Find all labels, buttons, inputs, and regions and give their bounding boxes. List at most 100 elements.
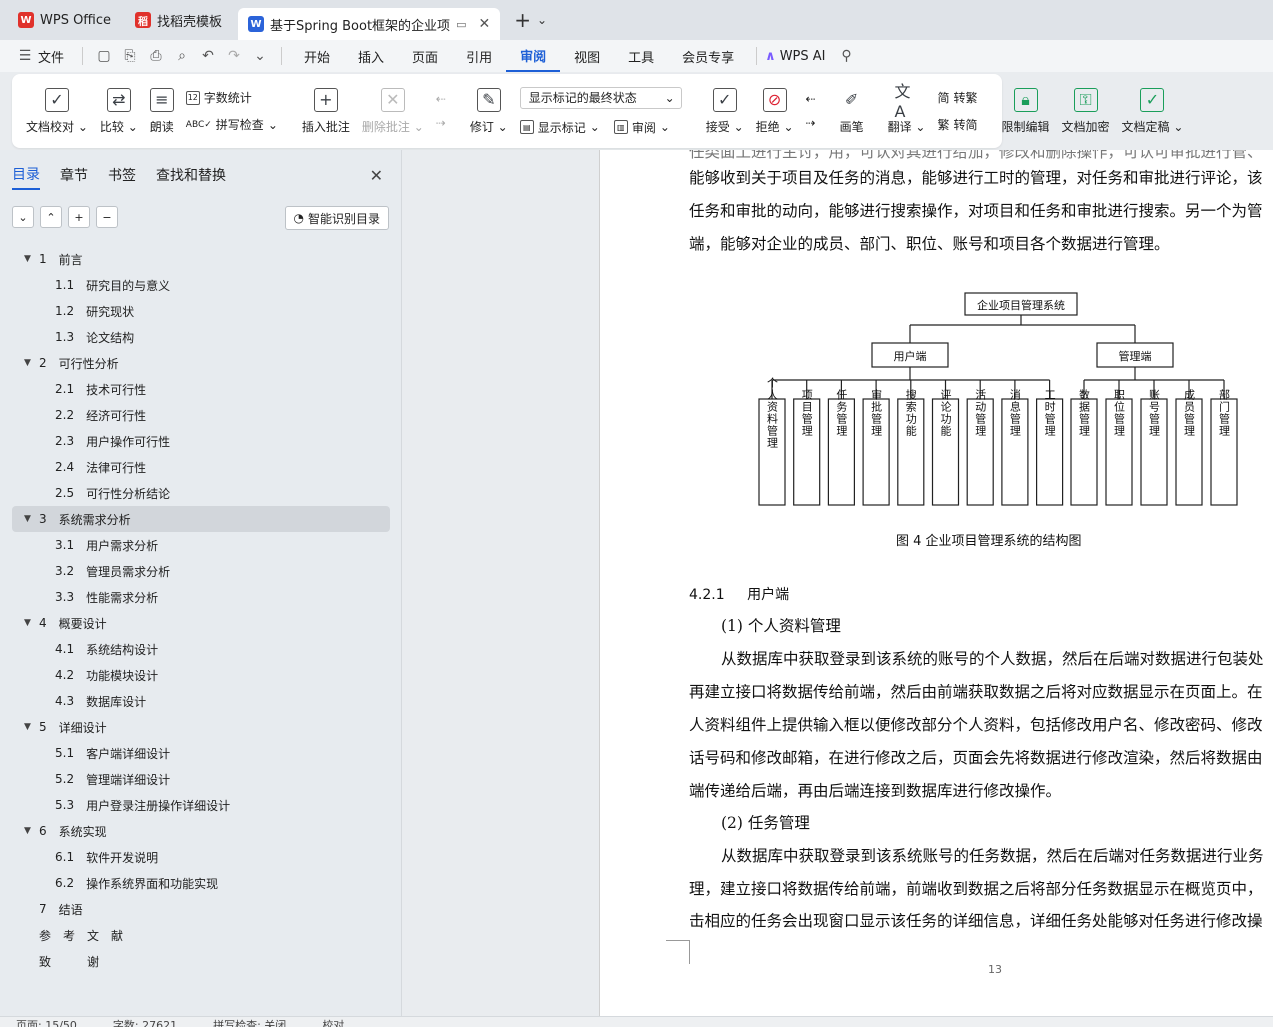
toc-item[interactable]: ▼ 1 前言 [12, 246, 390, 272]
to-simplified-button[interactable]: 繁 转简 [937, 116, 977, 133]
doc-finalize-button[interactable]: ✓ 文档定稿 ⌄ [1116, 79, 1190, 143]
toc-item[interactable]: 3.3 性能需求分析 [12, 584, 390, 610]
toc-item[interactable]: 4.3 数据库设计 [12, 688, 390, 714]
previous-change-icon[interactable]: ⇠ [806, 92, 816, 106]
export-icon[interactable]: ⎘ [117, 43, 143, 69]
toc-item[interactable]: 2.5 可行性分析结论 [12, 480, 390, 506]
toc-item[interactable]: 参 考 文 献 [12, 922, 390, 948]
search-icon[interactable]: ⚲ [834, 43, 860, 69]
chevron-down-icon[interactable]: ⌄ [247, 43, 273, 69]
doc-finalize-label: 文档定稿 [1121, 119, 1170, 134]
print-preview-icon[interactable]: ⌕ [169, 43, 195, 69]
previous-comment-icon[interactable]: ⇠ [436, 92, 446, 106]
to-traditional-button[interactable]: 简 转繁 [937, 89, 977, 106]
tab-toc[interactable]: 目录 [12, 164, 40, 190]
delete-comment-button[interactable]: ✕ 删除批注 ⌄ [356, 79, 430, 143]
toc-item[interactable]: 2.3 用户操作可行性 [12, 428, 390, 454]
toc-item[interactable]: ▼ 6 系统实现 [12, 818, 390, 844]
collapse-all-icon[interactable]: ⌃ [40, 206, 62, 228]
menu-tools[interactable]: 工具 [614, 40, 668, 72]
proofread-indicator[interactable]: 校对 [322, 1017, 344, 1027]
toc-item[interactable]: 4.2 功能模块设计 [12, 662, 390, 688]
menu-insert[interactable]: 插入 [344, 40, 398, 72]
caret-down-icon[interactable]: ▼ [24, 722, 39, 732]
document-page[interactable]: 任类面工进行主讨，用，可认对其进行给加，修改和删除操作，可认可审批进行管、 能够… [599, 150, 1273, 1016]
spell-check-indicator[interactable]: 拼写检查: 关闭 [213, 1017, 286, 1027]
close-icon[interactable]: ✕ [370, 166, 383, 185]
revise-button[interactable]: ✎ 修订 ⌄ [464, 79, 514, 143]
menu-review[interactable]: 审阅 [506, 40, 561, 72]
toc-item[interactable]: 3.1 用户需求分析 [12, 532, 390, 558]
insert-comment-button[interactable]: + 插入批注 [296, 79, 356, 143]
pen-button[interactable]: ✐ 画笔 [834, 79, 870, 143]
reject-button[interactable]: ⊘ 拒绝 ⌄ [750, 79, 800, 143]
tab-wps-office[interactable]: W WPS Office [8, 5, 121, 35]
compare-button[interactable]: ⇄ 比较 ⌄ [94, 79, 144, 143]
menu-view[interactable]: 视图 [560, 40, 614, 72]
wps-ai-button[interactable]: WPS AI [780, 49, 826, 64]
tab-bookmarks[interactable]: 书签 [108, 165, 136, 189]
word-count-indicator[interactable]: 字数: 27621 [113, 1017, 177, 1027]
smart-toc-button[interactable]: ◔ 智能识别目录 [284, 206, 389, 230]
toc-item[interactable]: 1.2 研究现状 [12, 298, 390, 324]
save-icon[interactable]: ▢ [91, 43, 117, 69]
menu-start[interactable]: 开始 [290, 40, 344, 72]
menu-references[interactable]: 引用 [452, 40, 506, 72]
toc-item[interactable]: 5.1 客户端详细设计 [12, 740, 390, 766]
caret-down-icon[interactable]: ▼ [24, 826, 39, 836]
word-count-button[interactable]: 12 字数统计 [185, 89, 278, 106]
toc-item[interactable]: ▼ 4 概要设计 [12, 610, 390, 636]
next-comment-icon[interactable]: ⇢ [436, 116, 446, 130]
spell-check-button[interactable]: ABC✓ 拼写检查 ⌄ [186, 116, 278, 133]
toc-item[interactable]: ▼ 5 详细设计 [12, 714, 390, 740]
review-pane-button[interactable]: ▥ 审阅 ⌄ [613, 119, 670, 136]
toc-item[interactable]: 4.1 系统结构设计 [12, 636, 390, 662]
toc-item[interactable]: ▼ 2 可行性分析 [12, 350, 390, 376]
restrict-edit-button[interactable]: 🔒︎ 限制编辑 [996, 79, 1056, 143]
doc-check-button[interactable]: ✓ 文档校对 ⌄ [20, 79, 94, 143]
expand-all-icon[interactable]: ⌄ [12, 206, 34, 228]
close-tab-icon[interactable]: ✕ [478, 16, 490, 32]
toc-item[interactable]: 1.3 论文结构 [12, 324, 390, 350]
undo-icon[interactable]: ↶ [195, 43, 221, 69]
add-heading-icon[interactable]: + [68, 206, 90, 228]
menu-membership[interactable]: 会员专享 [668, 40, 748, 72]
tab-docer-templates[interactable]: 稻 找稻壳模板 [125, 5, 232, 35]
read-aloud-button[interactable]: ≡ 朗读 [144, 79, 180, 143]
show-markup-button[interactable]: ▤ 显示标记 ⌄ [519, 119, 600, 136]
toc-item[interactable]: 2.2 经济可行性 [12, 402, 390, 428]
print-icon[interactable]: ⎙ [143, 43, 169, 69]
toc-item[interactable]: 5.2 管理端详细设计 [12, 766, 390, 792]
toc-item[interactable]: 1.1 研究目的与意义 [12, 272, 390, 298]
tab-find-replace[interactable]: 查找和替换 [156, 165, 226, 189]
hamburger-icon[interactable]: ☰ [12, 43, 38, 69]
tab-sections[interactable]: 章节 [60, 165, 88, 189]
doc-encrypt-button[interactable]: ⚿ 文档加密 [1056, 79, 1116, 143]
toc-item[interactable]: 6.1 软件开发说明 [12, 844, 390, 870]
file-menu[interactable]: 文件 [38, 47, 64, 66]
caret-down-icon[interactable]: ▼ [24, 254, 39, 264]
chevron-down-icon[interactable]: ⌄ [537, 13, 547, 27]
toc-item[interactable]: 6.2 操作系统界面和功能实现 [12, 870, 390, 896]
new-tab-icon[interactable]: + [514, 8, 531, 32]
page-indicator[interactable]: 页面: 15/50 [16, 1017, 77, 1027]
toc-item[interactable]: 5.3 用户登录注册操作详细设计 [12, 792, 390, 818]
toc-item[interactable]: 2.4 法律可行性 [12, 454, 390, 480]
redo-icon[interactable]: ↷ [221, 43, 247, 69]
caret-down-icon[interactable]: ▼ [24, 358, 39, 368]
markup-state-select[interactable]: 显示标记的最终状态 ⌄ [519, 86, 682, 109]
translate-button[interactable]: 文A 翻译 ⌄ [882, 79, 932, 143]
window-icon[interactable]: ▭ [456, 18, 466, 31]
toc-item[interactable]: 3.2 管理员需求分析 [12, 558, 390, 584]
remove-heading-icon[interactable]: − [96, 206, 118, 228]
accept-button[interactable]: ✓ 接受 ⌄ [700, 79, 750, 143]
toc-item[interactable]: ▼ 3 系统需求分析 [12, 506, 390, 532]
toc-item[interactable]: 致 谢 [12, 948, 390, 974]
tab-current-document[interactable]: W 基于Spring Boot框架的企业项 ▭ ✕ [238, 8, 501, 40]
next-change-icon[interactable]: ⇢ [806, 116, 816, 130]
caret-down-icon[interactable]: ▼ [24, 618, 39, 628]
toc-item[interactable]: 2.1 技术可行性 [12, 376, 390, 402]
toc-item[interactable]: 7 结语 [12, 896, 390, 922]
menu-page[interactable]: 页面 [398, 40, 452, 72]
caret-down-icon[interactable]: ▼ [24, 514, 39, 524]
